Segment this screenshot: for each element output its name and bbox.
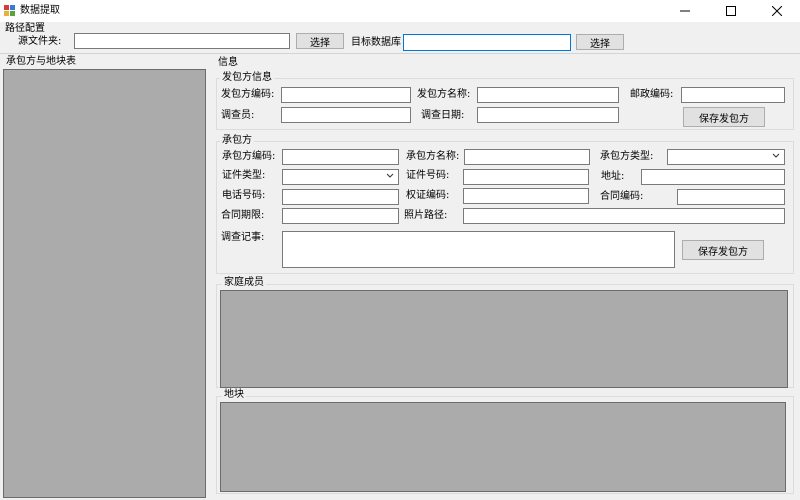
survey-date-label: 调查日期: [421, 110, 465, 121]
photo-path-input[interactable] [463, 208, 785, 224]
contract-code-input[interactable] [677, 189, 785, 205]
right-code-label: 权证编码: [406, 190, 450, 201]
contractor-plot-grid[interactable] [3, 69, 206, 498]
survey-notes-textarea[interactable] [282, 231, 675, 268]
target-select-button[interactable]: 选择 [576, 34, 624, 50]
contractor-type-label: 承包方类型: [600, 151, 654, 162]
issuer-code-label: 发包方编码: [221, 89, 275, 100]
contract-term-label: 合同期限: [221, 210, 265, 221]
contract-term-input[interactable] [282, 208, 399, 224]
path-config-title: 路径配置 [5, 23, 45, 34]
address-label: 地址: [601, 171, 625, 182]
id-number-input[interactable] [463, 169, 589, 185]
family-members-grid[interactable] [220, 290, 788, 388]
divider [0, 53, 800, 54]
target-db-label: 目标数据库 [351, 37, 401, 48]
right-code-input[interactable] [463, 188, 589, 204]
surveyor-input[interactable] [281, 107, 411, 123]
chevron-down-icon [772, 153, 780, 158]
postcode-label: 邮政编码: [630, 89, 674, 100]
maximize-button[interactable] [708, 0, 754, 22]
issuer-group-title: 发包方信息 [220, 72, 274, 84]
source-folder-label: 源文件夹: [18, 36, 62, 47]
issuer-name-input[interactable] [477, 87, 619, 103]
issuer-name-label: 发包方名称: [417, 89, 471, 100]
id-type-label: 证件类型: [222, 170, 266, 181]
photo-path-label: 照片路径: [404, 210, 448, 221]
contractor-name-input[interactable] [464, 149, 590, 165]
close-button[interactable] [754, 0, 800, 22]
address-input[interactable] [641, 169, 785, 185]
survey-notes-label: 调查记事: [221, 232, 265, 243]
phone-input[interactable] [282, 189, 399, 205]
survey-date-input[interactable] [477, 107, 619, 123]
contract-code-label: 合同编码: [600, 191, 644, 202]
contractor-type-select[interactable] [667, 149, 785, 165]
surveyor-label: 调查员: [221, 110, 255, 121]
maximize-icon [726, 6, 736, 16]
save-issuer-button[interactable]: 保存发包方 [683, 107, 765, 127]
target-db-input[interactable] [403, 34, 571, 51]
window-title: 数据提取 [20, 5, 60, 16]
plots-grid[interactable] [220, 402, 786, 492]
source-folder-input[interactable] [74, 33, 290, 49]
phone-label: 电话号码: [222, 190, 266, 201]
minimize-button[interactable] [662, 0, 708, 22]
left-panel-title: 承包方与地块表 [6, 56, 76, 67]
chevron-down-icon [386, 173, 394, 178]
save-contractor-button[interactable]: 保存发包方 [682, 240, 764, 260]
minimize-icon [680, 10, 690, 12]
source-select-button[interactable]: 选择 [296, 33, 344, 49]
postcode-input[interactable] [681, 87, 785, 103]
title-bar: 数据提取 [0, 0, 800, 22]
issuer-code-input[interactable] [281, 87, 411, 103]
family-group-title: 家庭成员 [222, 277, 266, 289]
contractor-name-label: 承包方名称: [406, 151, 460, 162]
contractor-group-title: 承包方 [220, 135, 254, 147]
app-icon [4, 5, 16, 17]
info-title: 信息 [218, 57, 238, 68]
id-number-label: 证件号码: [406, 170, 450, 181]
plot-group-title: 地块 [222, 389, 246, 401]
close-icon [772, 6, 782, 16]
id-type-select[interactable] [282, 169, 399, 185]
contractor-code-input[interactable] [282, 149, 399, 165]
contractor-code-label: 承包方编码: [222, 151, 276, 162]
